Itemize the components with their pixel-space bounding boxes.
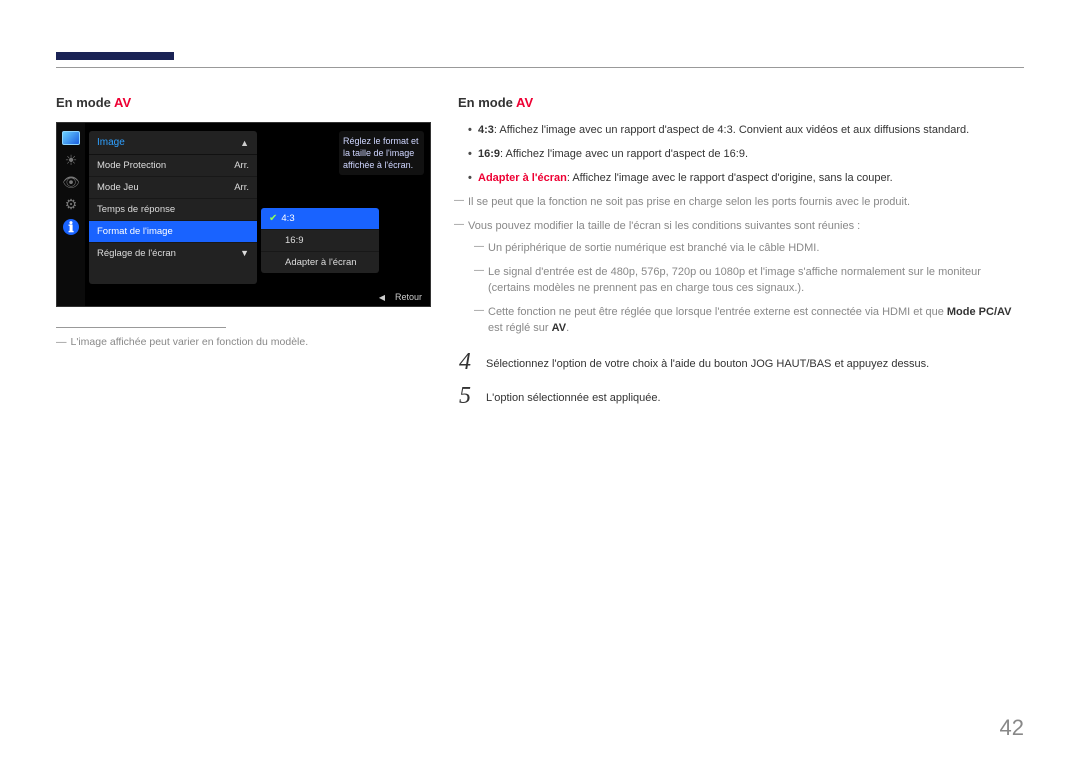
horizontal-rule [56, 67, 1024, 68]
osd-footer: ◀ Retour [379, 292, 422, 302]
eye-icon: 👁 [62, 175, 80, 189]
dash-inner-item: Un périphérique de sortie numérique est … [488, 240, 1024, 256]
heading-right: En mode AV [458, 95, 1024, 110]
bullet-list: 4:3: Affichez l'image avec un rapport d'… [458, 122, 1024, 186]
caption-rule [56, 327, 226, 328]
step-item: 5 L'option sélectionnée est appliquée. [458, 386, 1024, 406]
header-accent-bar [56, 52, 174, 60]
osd-menu-title: Image [97, 137, 125, 148]
bullet-item: 16:9: Affichez l'image avec un rapport d… [478, 146, 1024, 162]
osd-menu-value: Arr. [234, 160, 249, 171]
caption-dash: ― [56, 336, 67, 348]
osd-submenu-row: Adapter à l'écran [261, 252, 379, 273]
steps-list: 4 Sélectionnez l'option de votre choix à… [458, 352, 1024, 406]
dash-text-part: est réglé sur [488, 322, 552, 334]
osd-submenu-label: 16:9 [285, 235, 304, 246]
heading-av: AV [516, 95, 533, 110]
left-column: En mode AV ☀ 👁 ⚙ ℹ Image ▲ Mode Protecti… [56, 95, 432, 420]
dash-list: Il se peut que la fonction ne soit pas p… [458, 194, 1024, 336]
heading-av: AV [114, 95, 131, 110]
left-arrow-icon: ◀ [379, 293, 385, 302]
step-text: Sélectionnez l'option de votre choix à l… [486, 352, 1024, 372]
dash-text-part: Cette fonction ne peut être réglée que l… [488, 306, 947, 318]
dash-item: Il se peut que la fonction ne soit pas p… [468, 194, 1024, 210]
up-arrow-icon: ▲ [240, 138, 249, 148]
dash-list-inner: Un périphérique de sortie numérique est … [468, 240, 1024, 336]
osd-menu-label: Temps de réponse [97, 204, 175, 215]
dash-item: Vous pouvez modifier la taille de l'écra… [468, 218, 1024, 336]
osd-menu-row: Réglage de l'écran ▼ [89, 243, 257, 264]
osd-menu-row-selected: Format de l'image [89, 221, 257, 243]
bullet-text: : Affichez l'image avec un rapport d'asp… [500, 148, 748, 160]
right-column: En mode AV 4:3: Affichez l'image avec un… [458, 95, 1024, 420]
osd-screenshot: ☀ 👁 ⚙ ℹ Image ▲ Mode Protection Arr. Mod… [56, 122, 431, 307]
bullet-item: 4:3: Affichez l'image avec un rapport d'… [478, 122, 1024, 138]
check-icon: ✔ [269, 213, 277, 224]
bullet-label-red: Adapter à l'écran [478, 172, 567, 184]
bullet-text: : Affichez l'image avec un rapport d'asp… [494, 124, 969, 136]
osd-submenu-row: 16:9 [261, 230, 379, 252]
osd-sidebar: ☀ 👁 ⚙ ℹ [57, 123, 85, 306]
bullet-label: 4:3 [478, 124, 494, 136]
osd-menu-label: Mode Protection [97, 160, 166, 171]
osd-menu-panel: Image ▲ Mode Protection Arr. Mode Jeu Ar… [89, 131, 257, 284]
page-number: 42 [1000, 715, 1024, 741]
dash-text: Vous pouvez modifier la taille de l'écra… [468, 220, 860, 232]
dash-inner-item: Cette fonction ne peut être réglée que l… [488, 304, 1024, 336]
osd-menu-label: Format de l'image [97, 226, 173, 237]
osd-submenu-label: 4:3 [281, 213, 294, 224]
caption: ― L'image affichée peut varier en fonctio… [56, 336, 432, 348]
caption-text: L'image affichée peut varier en fonction… [71, 336, 309, 348]
content-area: En mode AV ☀ 👁 ⚙ ℹ Image ▲ Mode Protecti… [56, 95, 1024, 420]
osd-submenu-label: Adapter à l'écran [285, 257, 357, 268]
osd-menu-label: Mode Jeu [97, 182, 139, 193]
osd-submenu: ✔ 4:3 16:9 Adapter à l'écran [261, 208, 379, 273]
heading-prefix: En mode [458, 95, 516, 110]
dash-text-part: . [566, 322, 569, 334]
step-number: 5 [458, 386, 472, 406]
osd-footer-back: Retour [395, 292, 422, 302]
osd-tooltip: Réglez le format et la taille de l'image… [339, 131, 424, 175]
bullet-item: Adapter à l'écran: Affichez l'image avec… [478, 170, 1024, 186]
step-text: L'option sélectionnée est appliquée. [486, 386, 1024, 406]
heading-prefix: En mode [56, 95, 114, 110]
osd-menu-label: Réglage de l'écran [97, 248, 176, 259]
sun-icon: ☀ [62, 153, 80, 167]
down-arrow-icon: ▼ [240, 248, 249, 259]
osd-submenu-row-selected: ✔ 4:3 [261, 208, 379, 230]
osd-menu-row: Temps de réponse [89, 199, 257, 221]
bullet-label: 16:9 [478, 148, 500, 160]
heading-left: En mode AV [56, 95, 432, 110]
bullet-text: : Affichez l'image avec le rapport d'asp… [567, 172, 893, 184]
av-label: AV [552, 322, 566, 334]
gear-icon: ⚙ [62, 197, 80, 211]
osd-menu-row: Mode Jeu Arr. [89, 177, 257, 199]
step-item: 4 Sélectionnez l'option de votre choix à… [458, 352, 1024, 372]
monitor-icon [62, 131, 80, 145]
osd-menu-row: Mode Protection Arr. [89, 155, 257, 177]
osd-menu-header: Image ▲ [89, 131, 257, 155]
dash-inner-item: Le signal d'entrée est de 480p, 576p, 72… [488, 264, 1024, 296]
osd-menu-value: Arr. [234, 182, 249, 193]
info-icon: ℹ [63, 219, 79, 235]
step-number: 4 [458, 352, 472, 372]
mode-pcav-label: Mode PC/AV [947, 306, 1012, 318]
